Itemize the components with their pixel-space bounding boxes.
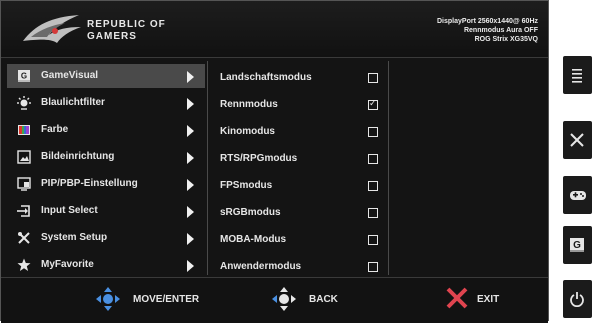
menu-item-label: MyFavorite — [41, 259, 94, 270]
gamevisual-key[interactable]: G — [563, 226, 592, 264]
gameplus-key[interactable] — [563, 176, 592, 214]
rog-logo — [23, 15, 81, 43]
image-icon — [17, 150, 31, 164]
power-key[interactable] — [563, 280, 592, 318]
exit-hint: EXIT — [445, 286, 515, 312]
menu-item-bildeinrichtung[interactable]: Bildeinrichtung — [7, 145, 205, 169]
checkbox[interactable] — [368, 127, 378, 137]
joystick-left-icon — [272, 287, 296, 311]
chevron-right-icon — [187, 98, 194, 110]
menu-item-pip-pbp[interactable]: PIP/PBP-Einstellung — [7, 172, 205, 196]
checkbox[interactable] — [368, 73, 378, 83]
menu-item-gamevisual[interactable]: G GameVisual — [7, 64, 205, 88]
chevron-right-icon — [187, 206, 194, 218]
tools-icon — [18, 232, 30, 244]
chevron-right-icon — [187, 125, 194, 137]
detail-pane — [388, 61, 543, 275]
input-icon — [17, 205, 30, 217]
option-label: FPSmodus — [220, 180, 273, 191]
gamevisual-submenu: Landschaftsmodus Rennmodus Kinomodus RTS… — [207, 61, 389, 275]
option-moba-modus[interactable]: MOBA-Modus — [208, 228, 388, 252]
option-label: Rennmodus — [220, 99, 278, 110]
menu-item-label: Input Select — [41, 205, 98, 216]
model-info: ROG Strix XG35VQ — [474, 36, 538, 43]
option-kinomodus[interactable]: Kinomodus — [208, 120, 388, 144]
menu-key[interactable] — [563, 56, 592, 94]
gamevisual-icon: G — [570, 238, 584, 252]
chevron-right-icon — [187, 179, 194, 191]
option-label: sRGBmodus — [220, 207, 281, 218]
close-icon — [570, 133, 584, 147]
menu-item-input-select[interactable]: Input Select — [7, 199, 205, 223]
brand-line-1: REPUBLIC OF — [87, 19, 166, 30]
chevron-right-icon — [187, 260, 194, 272]
option-landschaftsmodus[interactable]: Landschaftsmodus — [208, 66, 388, 90]
menu-item-myfavorite[interactable]: MyFavorite — [7, 253, 205, 277]
color-icon — [18, 125, 30, 135]
option-label: Landschaftsmodus — [220, 72, 312, 83]
menu-item-blaulichtfilter[interactable]: Blaulichtfilter — [7, 91, 205, 115]
chevron-right-icon — [187, 71, 194, 83]
input-resolution-info: DisplayPort 2560x1440@ 60Hz — [437, 18, 538, 25]
option-srgbmodus[interactable]: sRGBmodus — [208, 201, 388, 225]
checkbox[interactable] — [368, 235, 378, 245]
move-enter-label: MOVE/ENTER — [133, 294, 200, 305]
option-anwendermodus[interactable]: Anwendermodus — [208, 255, 388, 279]
gamevisual-icon: G — [18, 70, 30, 82]
blue-light-icon — [17, 96, 31, 110]
checkbox[interactable] — [368, 262, 378, 272]
checkbox[interactable] — [368, 154, 378, 164]
gamepad-icon — [570, 191, 586, 200]
mode-aura-info: Rennmodus Aura OFF — [463, 27, 538, 34]
back-label: BACK — [309, 294, 338, 305]
menu-icon — [572, 69, 582, 83]
osd-window: REPUBLIC OF GAMERS DisplayPort 2560x1440… — [0, 0, 549, 323]
exit-label: EXIT — [477, 294, 500, 305]
menu-item-label: System Setup — [41, 232, 108, 243]
chevron-right-icon — [187, 152, 194, 164]
menu-item-label: GameVisual — [41, 70, 99, 81]
power-icon — [570, 292, 584, 307]
hotkey-strip: G — [563, 0, 592, 321]
checkbox[interactable] — [368, 181, 378, 191]
menu-item-label: Bildeinrichtung — [41, 151, 115, 162]
pip-icon — [17, 177, 31, 191]
brand-line-2: GAMERS — [87, 31, 137, 42]
star-icon — [17, 258, 31, 271]
option-rennmodus[interactable]: Rennmodus — [208, 93, 388, 117]
move-enter-hint: MOVE/ENTER — [95, 286, 235, 312]
menu-item-farbe[interactable]: Farbe — [7, 118, 205, 142]
option-rts-rpgmodus[interactable]: RTS/RPGmodus — [208, 147, 388, 171]
checkbox[interactable] — [368, 208, 378, 218]
option-label: Kinomodus — [220, 126, 275, 137]
option-label: MOBA-Modus — [220, 234, 287, 245]
osd-header: REPUBLIC OF GAMERS DisplayPort 2560x1440… — [1, 1, 548, 58]
osd-footer: MOVE/ENTER BACK EXIT — [1, 277, 548, 323]
svg-text:G: G — [573, 240, 581, 251]
exit-x-icon — [446, 287, 468, 309]
back-hint: BACK — [271, 286, 351, 312]
menu-item-system-setup[interactable]: System Setup — [7, 226, 205, 250]
menu-item-label: PIP/PBP-Einstellung — [41, 178, 138, 189]
main-menu: G GameVisual Blaulichtfilter Farbe Bilde… — [7, 61, 205, 275]
menu-item-label: Blaulichtfilter — [41, 97, 105, 108]
checkbox-checked[interactable] — [368, 98, 378, 110]
svg-text:G: G — [21, 72, 27, 81]
option-label: RTS/RPGmodus — [220, 153, 298, 164]
joystick-all-directions-icon — [96, 287, 120, 311]
chevron-right-icon — [187, 233, 194, 245]
option-fpsmodus[interactable]: FPSmodus — [208, 174, 388, 198]
close-key[interactable] — [563, 121, 592, 159]
option-label: Anwendermodus — [220, 261, 302, 272]
menu-item-label: Farbe — [41, 124, 69, 135]
